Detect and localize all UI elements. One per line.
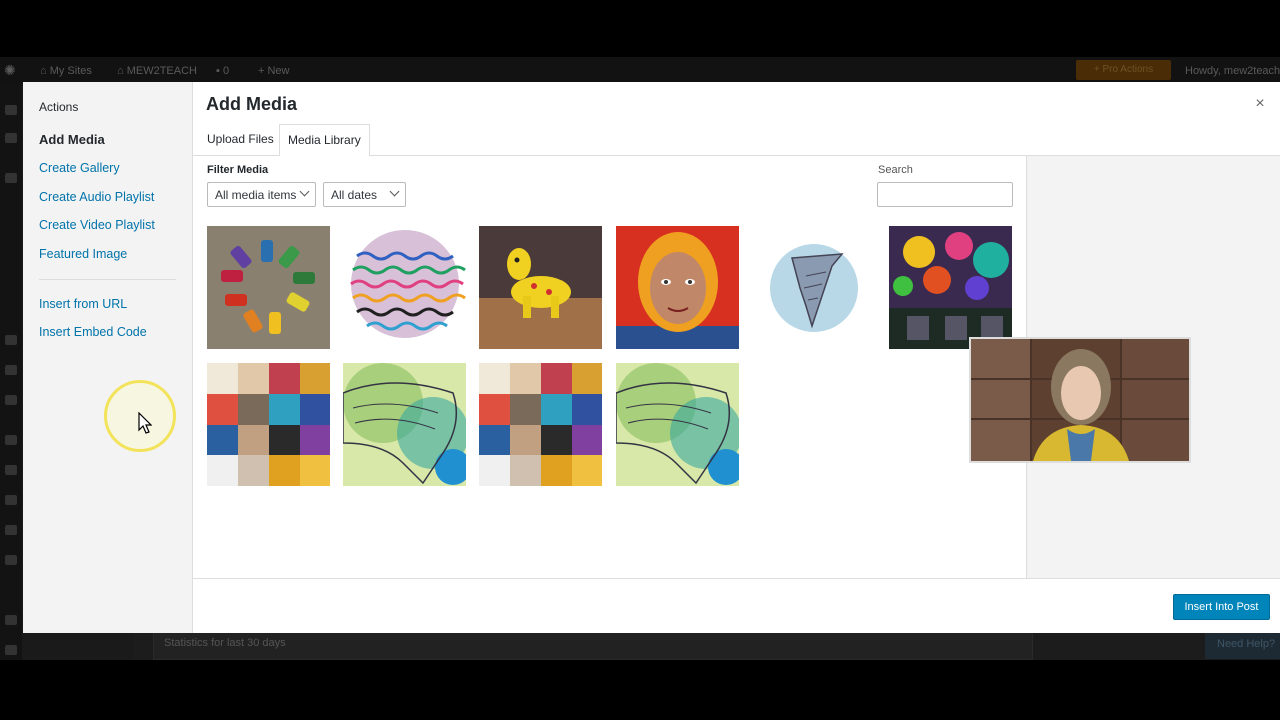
need-help-tab[interactable]: Need Help? — [1205, 631, 1280, 659]
comments-count: 0 — [222, 65, 230, 77]
menu-icon[interactable] — [5, 133, 17, 143]
webcam-overlay — [969, 337, 1191, 463]
admin-bar-account[interactable]: Howdy, mew2teach — [1185, 65, 1280, 77]
portrait-collage-poster-image-2 — [479, 363, 602, 486]
pro-actions-label: Pro Actions — [1102, 64, 1154, 75]
wordpress-logo-icon[interactable]: ✺ — [4, 62, 16, 79]
actions-heading: Actions — [39, 100, 79, 114]
menu-item-create-video-playlist[interactable]: Create Video Playlist — [39, 218, 155, 232]
media-item-hammerhead-shark[interactable] — [752, 226, 875, 349]
my-sites-label: My Sites — [49, 65, 92, 77]
menu-item-create-audio-playlist[interactable]: Create Audio Playlist — [39, 190, 154, 204]
media-item-wavy-circle[interactable] — [343, 226, 466, 349]
media-item-clay-dog[interactable] — [479, 226, 602, 349]
wavy-line-circle-art-image — [343, 226, 466, 349]
site-name-label: MEW2TEACH — [126, 65, 197, 77]
yellow-clay-dog-image — [479, 226, 602, 349]
date-value: All dates — [331, 188, 378, 202]
filter-media-label: Filter Media — [207, 164, 269, 176]
admin-side-menu — [0, 85, 22, 660]
media-item-portrait-collage[interactable] — [207, 363, 330, 486]
close-icon[interactable]: × — [1250, 94, 1270, 114]
elephant-watercolor-image-2 — [616, 363, 739, 486]
presenter-video-image — [971, 339, 1189, 461]
menu-icon[interactable] — [5, 465, 17, 475]
menu-icon[interactable] — [5, 495, 17, 505]
media-item-portrait-collage-2[interactable] — [479, 363, 602, 486]
media-item-self-portrait[interactable] — [616, 226, 739, 349]
menu-item-create-gallery[interactable]: Create Gallery — [39, 161, 120, 175]
mouse-pointer-icon — [138, 412, 152, 434]
portrait-collage-poster-image — [207, 363, 330, 486]
router-tabs: Upload Files Media Library — [193, 124, 1280, 157]
menu-item-insert-embed-code[interactable]: Insert Embed Code — [39, 325, 147, 339]
menu-icon[interactable] — [5, 105, 17, 115]
attachments-browser: Filter Media All media items All dates S… — [193, 156, 1026, 578]
modal-title: Add Media — [206, 94, 298, 114]
media-item-colorful-mural[interactable] — [889, 226, 1012, 349]
admin-bar: ✺ ⌂ My Sites ⌂ MEW2TEACH ▪ 0 + New + Pro… — [0, 57, 1280, 85]
hammerhead-shark-watercolor-image — [752, 226, 875, 349]
screen: ✺ ⌂ My Sites ⌂ MEW2TEACH ▪ 0 + New + Pro… — [0, 0, 1280, 720]
menu-icon[interactable] — [5, 365, 17, 375]
pro-actions-button[interactable]: + Pro Actions — [1076, 60, 1171, 80]
menu-icon[interactable] — [5, 335, 17, 345]
tab-media-library[interactable]: Media Library — [279, 124, 370, 157]
self-portrait-red-hair-image — [616, 226, 739, 349]
admin-bar-new[interactable]: + New — [258, 65, 290, 77]
toy-cars-color-wheel-image — [207, 226, 330, 349]
menu-icon[interactable] — [5, 645, 17, 655]
menu-icon[interactable] — [5, 173, 17, 183]
chevron-down-icon — [389, 186, 400, 197]
tab-upload-files[interactable]: Upload Files — [199, 124, 282, 156]
date-select[interactable]: All dates — [323, 182, 406, 207]
media-actions-menu: Actions Add Media Create Gallery Create … — [23, 82, 193, 633]
menu-icon[interactable] — [5, 395, 17, 405]
new-label: New — [267, 65, 290, 77]
media-toolbar — [193, 578, 1280, 633]
menu-item-insert-from-url[interactable]: Insert from URL — [39, 297, 127, 311]
menu-icon[interactable] — [5, 555, 17, 565]
menu-icon[interactable] — [5, 525, 17, 535]
menu-separator — [39, 279, 176, 280]
media-type-value: All media items — [215, 188, 297, 202]
menu-icon[interactable] — [5, 435, 17, 445]
search-input[interactable] — [877, 182, 1013, 207]
search-label: Search — [878, 164, 913, 176]
chevron-down-icon — [299, 186, 310, 197]
menu-item-add-media[interactable]: Add Media — [39, 132, 105, 147]
insert-into-post-button[interactable]: Insert Into Post — [1173, 594, 1270, 620]
elephant-watercolor-image — [343, 363, 466, 486]
menu-icon[interactable] — [5, 615, 17, 625]
menu-item-featured-image[interactable]: Featured Image — [39, 247, 127, 261]
media-item-elephant-watercolor-2[interactable] — [616, 363, 739, 486]
admin-bar-comments[interactable]: ▪ 0 — [216, 65, 229, 77]
admin-bar-site[interactable]: ⌂ MEW2TEACH — [117, 65, 197, 77]
admin-bar-my-sites[interactable]: ⌂ My Sites — [40, 65, 92, 77]
colorful-mural-building-image — [889, 226, 1012, 349]
media-item-elephant-watercolor[interactable] — [343, 363, 466, 486]
media-type-select[interactable]: All media items — [207, 182, 316, 207]
media-item-toy-cars[interactable] — [207, 226, 330, 349]
